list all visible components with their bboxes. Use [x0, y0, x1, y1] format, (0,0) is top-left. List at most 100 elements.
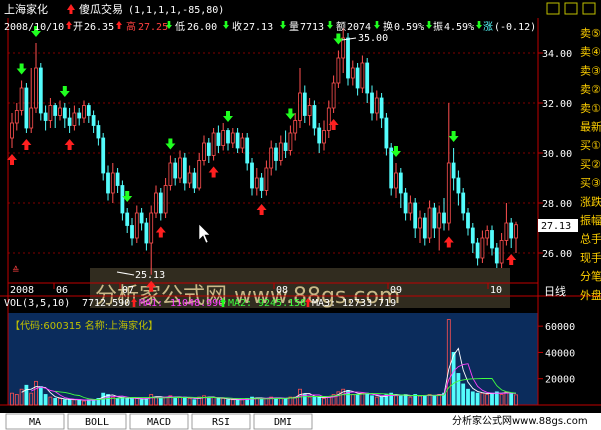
month-label: 06 — [56, 285, 68, 296]
volume-bar — [283, 398, 288, 406]
candle-body — [293, 120, 298, 134]
tab-dmi[interactable]: DMI — [253, 413, 313, 430]
candle-body — [48, 105, 53, 121]
candle — [346, 33, 350, 86]
candle-body — [230, 132, 235, 144]
stock-chart[interactable]: 分析家公式网 www.88gs.com 上海家化 傻瓜交易 (1,1,1,1,-… — [0, 0, 601, 430]
volume-bar — [302, 394, 307, 406]
candle-body — [384, 117, 389, 149]
candle-body — [485, 230, 490, 239]
candle-body — [274, 147, 278, 161]
candle-body — [19, 87, 24, 111]
volume-bar — [115, 398, 120, 406]
tab-label: DMI — [274, 417, 292, 428]
volume-bar — [494, 391, 499, 406]
amplitude-value: 4.59% — [444, 22, 474, 33]
candle-body — [514, 224, 518, 239]
volume-bar — [43, 394, 48, 406]
ma3-value: 12733.719 — [342, 298, 396, 309]
tab-label: RSI — [212, 417, 230, 428]
candle-body — [278, 142, 283, 161]
candle-body — [456, 177, 461, 194]
candle-body — [120, 185, 125, 214]
candle-body — [24, 87, 29, 129]
volume-bar — [475, 392, 480, 406]
candle-body — [451, 162, 456, 179]
quote-side-panel: 卖⑤ 卖④ 卖③ 卖② 卖① 最新买① 买② 买③ 涨跌振幅总手现手分笔外盘 — [580, 27, 601, 302]
volume-bar — [226, 399, 230, 406]
volume-bar — [317, 396, 322, 406]
candle-body — [96, 125, 101, 139]
candle — [211, 128, 216, 161]
month-label: 07 — [122, 285, 134, 296]
toolbar-icon-1[interactable] — [546, 2, 560, 15]
candle-body — [67, 117, 72, 126]
side-quote-label: 卖② — [580, 83, 601, 96]
candle-body — [269, 147, 274, 169]
side-quote-label: 卖① — [580, 102, 601, 115]
candle-body — [144, 222, 149, 244]
side-quote-label: 外盘 — [580, 288, 601, 302]
amplitude-label: 振 — [433, 20, 443, 33]
tab-boll[interactable]: BOLL — [67, 413, 127, 430]
candle-body — [72, 112, 77, 126]
candle-body — [245, 137, 250, 164]
vol-current: 7712.590 — [82, 298, 130, 309]
volume-bar — [77, 399, 82, 406]
side-quote-label: 卖⑤ — [580, 27, 601, 40]
stock-name: 上海家化 — [4, 2, 48, 16]
tab-rsi[interactable]: RSI — [191, 413, 251, 430]
candle-body — [202, 142, 206, 161]
volume-bar — [413, 394, 418, 406]
amount-label: 额 — [336, 20, 346, 33]
volume-bar — [274, 398, 278, 406]
candle-body — [187, 172, 192, 184]
open-label: 开 — [73, 22, 83, 33]
candle-body — [307, 105, 312, 116]
candle-body — [466, 212, 470, 229]
turnover-label: 换 — [383, 20, 393, 33]
candle-body — [341, 37, 346, 59]
candle-body — [442, 212, 446, 224]
toolbar-icon-2[interactable] — [564, 2, 578, 15]
low-marker-label: 25.13 — [135, 270, 165, 281]
candle-body — [154, 192, 158, 214]
volume-bar — [235, 399, 240, 406]
month-label: 10 — [490, 285, 502, 296]
volume-tick-label: 40000 — [545, 348, 575, 359]
tab-ma[interactable]: MA — [5, 413, 65, 430]
change-value: (-0.12) — [494, 22, 536, 33]
volume-bar — [144, 398, 149, 406]
candle-body — [29, 107, 34, 129]
period-label[interactable]: 日线 — [544, 284, 566, 298]
candle-body — [173, 162, 178, 179]
candle-body — [211, 132, 216, 156]
candle-body — [288, 132, 293, 151]
tab-macd[interactable]: MACD — [129, 413, 189, 430]
indicator-tabs: MA BOLL MACD RSI DMI — [5, 413, 313, 430]
candle-body — [53, 105, 58, 116]
volume-bar — [432, 395, 437, 406]
volume-bar — [365, 392, 370, 406]
candle-body — [350, 67, 355, 79]
ma2-label: MA2: — [228, 298, 252, 309]
low-value: 26.00 — [187, 22, 217, 33]
volume-bar — [422, 395, 427, 406]
candle-body — [240, 137, 245, 149]
candle-body — [134, 212, 139, 239]
candle-body — [38, 67, 43, 114]
candle-body — [470, 227, 475, 244]
candle-body — [163, 185, 168, 214]
candle-body — [259, 177, 264, 191]
candle-body — [43, 112, 48, 121]
side-quote-label: 买② — [580, 158, 601, 171]
candle-body — [446, 162, 451, 224]
current-price-label: 27.13 — [541, 221, 571, 232]
volume-bar — [130, 398, 134, 406]
window-buttons — [546, 2, 596, 15]
candle-body — [355, 67, 360, 89]
volume-bar — [216, 398, 221, 406]
candle-body — [370, 92, 374, 114]
candle-body — [130, 225, 134, 239]
toolbar-icon-3[interactable] — [582, 2, 596, 15]
